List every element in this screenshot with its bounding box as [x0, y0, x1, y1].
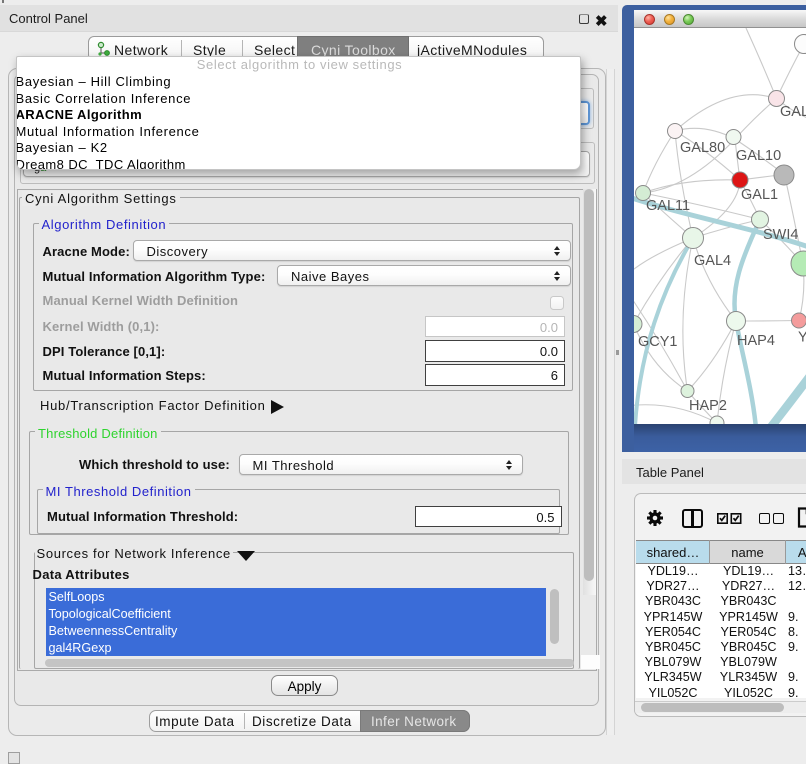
- svg-text:Y: Y: [798, 330, 806, 346]
- svg-text:GAL1: GAL1: [741, 187, 778, 203]
- svg-text:GAL: GAL: [780, 104, 806, 120]
- svg-text:HAP2: HAP2: [689, 398, 727, 414]
- svg-text:GAL11: GAL11: [646, 198, 690, 214]
- svg-text:SWI4: SWI4: [763, 227, 798, 243]
- svg-text:GCY1: GCY1: [638, 334, 678, 350]
- svg-text:GAL4: GAL4: [694, 253, 731, 269]
- svg-text:GAL10: GAL10: [736, 148, 781, 164]
- svg-text:HAP4: HAP4: [737, 333, 775, 349]
- svg-text:GAL80: GAL80: [680, 140, 725, 156]
